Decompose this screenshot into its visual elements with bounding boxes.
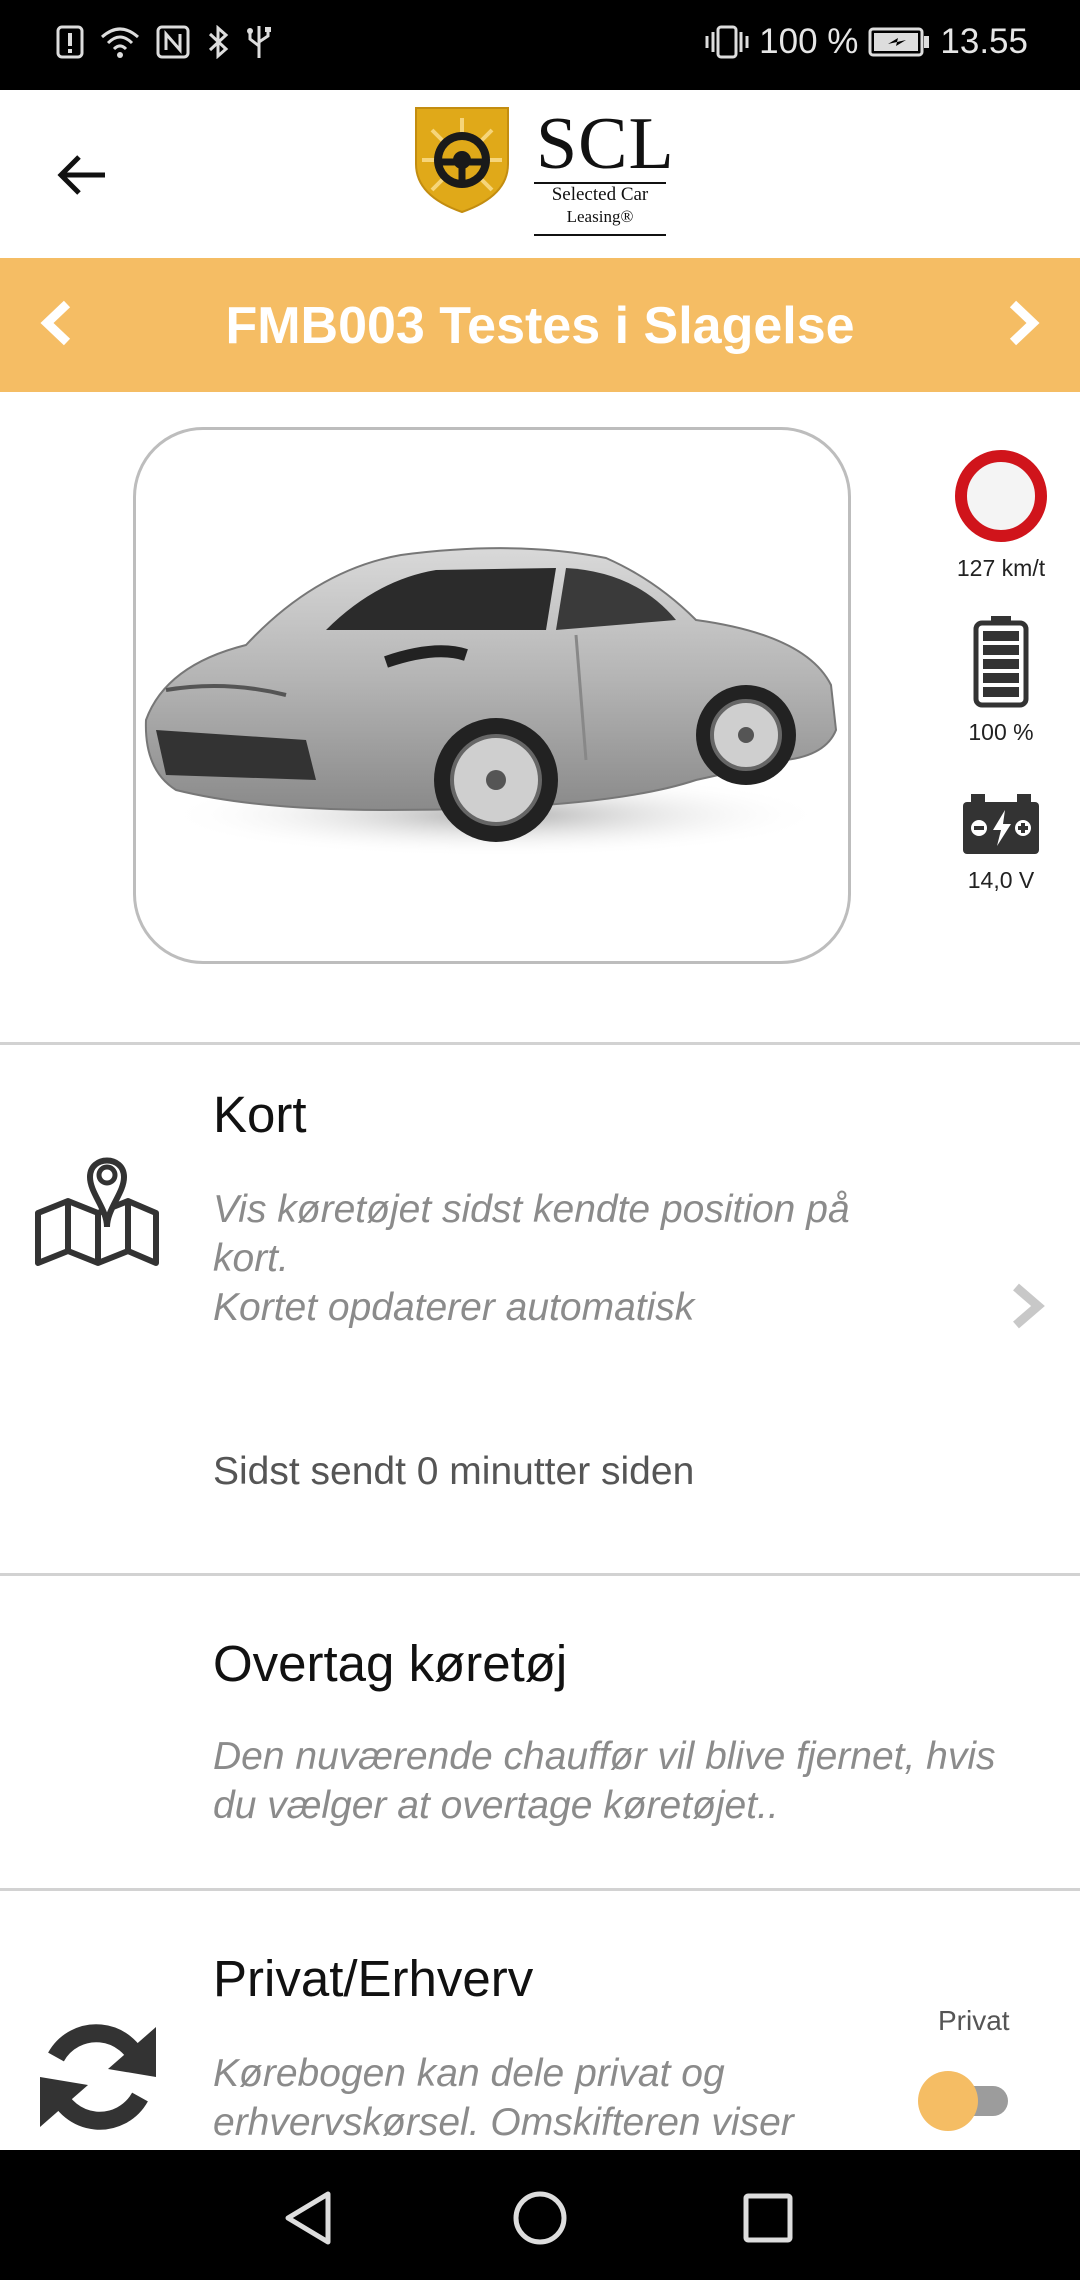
map-section[interactable]: Kort Vis køretøjet sidst kendte position… [0,1045,1080,1575]
scl-logo: SCL Selected Car Leasing® [412,103,675,249]
toggle-knob [918,2071,978,2131]
nav-home-button[interactable] [502,2180,578,2256]
car-battery-icon [963,794,1039,854]
takeover-description-line: Den nuværende chauffør vil blive fjernet… [213,1735,996,1778]
voltage-indicator: 14,0 V [926,792,1076,894]
app-header: SCL Selected Car Leasing® [0,90,1080,258]
battery-charging-icon [868,27,930,57]
battery-level-icon [973,616,1029,708]
takeover-description-line: du vælger at overtage køretøjet.. [213,1784,779,1827]
refresh-icon [40,2024,156,2130]
back-button[interactable] [46,140,116,210]
circle-home-icon [513,2191,567,2245]
privat-erhverv-section: Privat/Erhverv Kørebogen kan dele privat… [0,1891,1080,2151]
alert-icon [56,25,84,59]
takeover-title: Overtag køretøj [213,1635,568,1692]
voltage-value: 14,0 V [967,867,1035,893]
privat-erhverv-title: Privat/Erhverv [213,1950,534,2007]
vibrate-icon [705,25,749,59]
chevron-right-icon [1013,1283,1045,1329]
triangle-back-icon [285,2191,331,2245]
privat-erhverv-description: Kørebogen kan dele privat og erhvervskør… [213,2049,794,2147]
map-description-line: Kortet opdaterer automatisk [213,1286,695,1329]
arrow-left-icon [57,155,105,195]
takeover-description: Den nuværende chauffør vil blive fjernet… [213,1732,996,1830]
nav-recents-button[interactable] [730,2180,806,2256]
vehicle-image-card [133,427,851,964]
map-description-line: Vis køretøjet sidst kendte position på [213,1188,850,1231]
clock: 13.55 [940,22,1028,61]
vehicle-name: FMB003 Testes i Slagelse [225,297,855,355]
vehicle-selector-bar: FMB003 Testes i Slagelse [0,258,1080,392]
last-sent-text: Sidst sendt 0 minutter siden [213,1450,695,1493]
next-vehicle-button[interactable] [988,288,1058,358]
battery-indicator: 100 % [926,614,1076,746]
map-description: Vis køretøjet sidst kendte position på k… [213,1185,850,1332]
speed-limit-ring-icon [955,450,1047,542]
speed-value: 127 km/t [956,555,1046,581]
logo-subtitle-line1: Selected Car [551,184,649,205]
status-icons-right: 100 % 13.55 [705,22,1028,62]
speed-indicator: 127 km/t [926,448,1076,582]
steering-wheel-badge-icon [415,107,509,214]
map-pin-icon [35,1157,159,1266]
logo-subtitle-line2: Leasing® [566,207,634,226]
chevron-right-icon [1009,300,1040,346]
system-nav-bar [0,2150,1080,2280]
battery-percent: 100 % [759,22,859,61]
battery-value: 100 % [968,719,1034,745]
usb-icon [247,26,271,58]
bluetooth-icon [208,25,229,59]
privat-description-line: Kørebogen kan dele privat og [213,2052,725,2095]
car-image [144,547,838,857]
nav-back-button[interactable] [270,2180,346,2256]
privat-erhverv-toggle[interactable] [918,2069,1018,2131]
map-title: Kort [213,1086,307,1143]
status-icons-left [56,24,272,60]
takeover-vehicle-section[interactable]: Overtag køretøj Den nuværende chauffør v… [0,1576,1080,1890]
toggle-label: Privat [938,2005,1010,2036]
status-bar: 100 % 13.55 [0,0,1080,90]
map-description-line: kort. [213,1237,289,1280]
logo-title: SCL [536,103,675,185]
square-recents-icon [743,2193,793,2243]
privat-description-line: erhvervskørsel. Omskifteren viser [213,2101,794,2144]
nfc-icon [156,25,190,59]
wifi-icon [101,27,139,58]
logo-rule-bottom [534,234,666,236]
